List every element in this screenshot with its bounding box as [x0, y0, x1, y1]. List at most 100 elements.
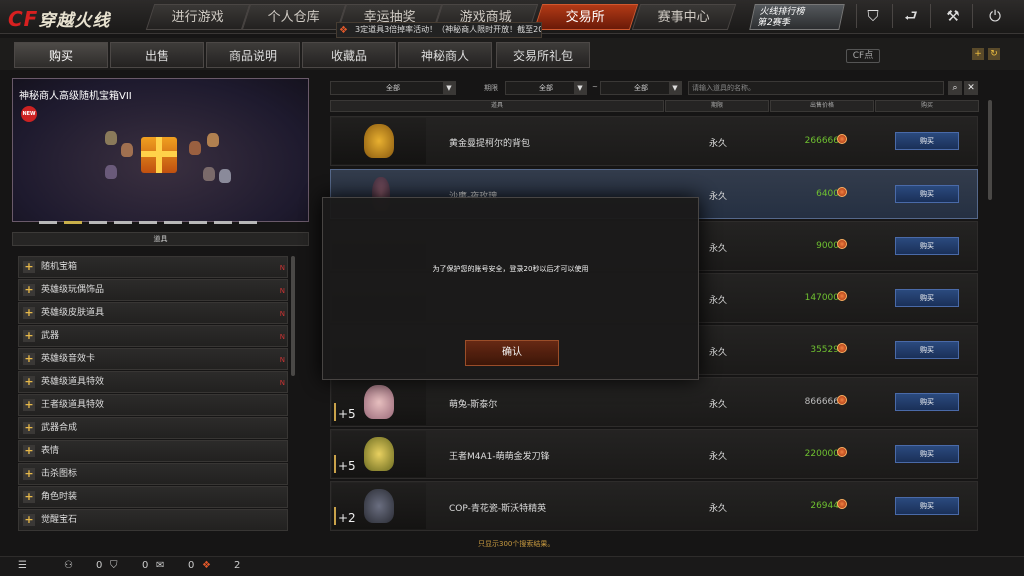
table-scrollbar[interactable]: [988, 100, 992, 200]
search-input[interactable]: 请输入道具的名称。: [688, 81, 944, 95]
table-row[interactable]: +2 COP-青花瓷-斯沃特精英 永久 26944 购买: [330, 481, 978, 531]
category-item[interactable]: + 表情: [18, 440, 288, 462]
item-image: [364, 385, 394, 419]
buy-button[interactable]: 购买: [895, 132, 959, 150]
coin-icon: [837, 343, 847, 353]
item-thumbnail: +2: [332, 483, 426, 529]
item-period: 永久: [709, 452, 728, 462]
table-row[interactable]: +5 王者M4A1-萌萌金发刀锋 永久 220000 购买: [330, 429, 978, 479]
notice-ticker[interactable]: ❖ 3定道具3倍掉率活动！（神秘商人限时开放！截至2023年: [336, 22, 542, 38]
new-flag-icon: N: [279, 333, 285, 341]
category-item[interactable]: + 武器 N: [18, 325, 288, 347]
subtab-item-info[interactable]: 商品说明: [206, 42, 300, 68]
game-logo: CF穿越火线: [8, 7, 111, 31]
ranking-promo-button[interactable]: 火线排行榜 第2赛季: [749, 4, 845, 30]
item-price: 266666: [804, 136, 839, 146]
coin-icon: [837, 239, 847, 249]
table-row[interactable]: 黄金曼提柯尔的背包 永久 266666 购买: [330, 116, 978, 166]
buy-button[interactable]: 购买: [895, 341, 959, 359]
buy-button[interactable]: 购买: [895, 393, 959, 411]
category-item[interactable]: + 英雄级音效卡 N: [18, 348, 288, 370]
friends-icon[interactable]: ⚇: [64, 560, 73, 571]
carousel-dot[interactable]: [164, 221, 182, 224]
nav-tab-inventory[interactable]: 个人仓库: [241, 4, 347, 30]
clear-icon[interactable]: ✕: [964, 81, 978, 95]
column-header-item: 道具: [330, 100, 664, 112]
nav-tab-play[interactable]: 进行游戏: [145, 4, 251, 30]
buy-button[interactable]: 购买: [895, 289, 959, 307]
power-icon[interactable]: ⏻: [982, 4, 1008, 28]
buy-button[interactable]: 购买: [895, 445, 959, 463]
exit-icon[interactable]: ⮐: [898, 4, 924, 28]
chat-icon[interactable]: ✉: [156, 560, 164, 571]
item-period: 永久: [709, 348, 728, 358]
carousel-dot[interactable]: [239, 221, 257, 224]
chevron-down-icon: ▼: [443, 82, 455, 94]
expand-icon: +: [23, 352, 35, 365]
new-flag-icon: N: [279, 287, 285, 295]
category-item[interactable]: + 角色时装: [18, 486, 288, 508]
item-price: 26944: [810, 501, 839, 511]
carousel-dot[interactable]: [89, 221, 107, 224]
status-bar: [0, 556, 1024, 576]
subtab-mystery-merchant[interactable]: 神秘商人: [398, 42, 492, 68]
category-item[interactable]: + 武器合成: [18, 417, 288, 439]
figure-image: [105, 165, 117, 179]
shield-icon[interactable]: ⛉: [860, 4, 886, 28]
subtab-collection[interactable]: 收藏品: [302, 42, 396, 68]
confirm-button[interactable]: 确认: [465, 340, 559, 366]
carousel-dot[interactable]: [39, 221, 57, 224]
category-item[interactable]: + 觉醒宝石: [18, 509, 288, 531]
item-period: 永久: [709, 296, 728, 306]
new-badge: NEW: [21, 106, 37, 122]
expand-icon: +: [23, 260, 35, 273]
table-row[interactable]: +5 萌兔-斯泰尔 永久 866666 购买: [330, 377, 978, 427]
nav-tab-exchange[interactable]: 交易所: [533, 4, 639, 30]
buy-button[interactable]: 购买: [895, 185, 959, 203]
buy-button[interactable]: 购买: [895, 237, 959, 255]
shield-small-icon[interactable]: ⛉: [110, 560, 118, 571]
settings-wrench-icon[interactable]: ⚒: [940, 4, 966, 28]
expand-icon: +: [23, 513, 35, 526]
carousel-dot[interactable]: [114, 221, 132, 224]
subtab-sell[interactable]: 出售: [110, 42, 204, 68]
result-limit-note: 只显示300个搜索结果。: [478, 540, 555, 548]
item-period: 永久: [709, 504, 728, 514]
carousel-dot[interactable]: [139, 221, 157, 224]
category-item[interactable]: + 王者级道具特效: [18, 394, 288, 416]
column-header-price[interactable]: 出售价格: [770, 100, 874, 112]
category-scrollbar[interactable]: [291, 256, 295, 376]
type-filter-select[interactable]: 全部 ▼: [330, 81, 456, 95]
refresh-icon[interactable]: ↻: [988, 48, 1000, 60]
carousel-dot[interactable]: [189, 221, 207, 224]
divider: [972, 4, 973, 28]
add-points-icon[interactable]: +: [972, 48, 984, 60]
category-item[interactable]: + 英雄级道具特效 N: [18, 371, 288, 393]
subtab-exchange-gift[interactable]: 交易所礼包: [496, 42, 590, 68]
status-count: 0: [188, 560, 195, 571]
carousel-dot[interactable]: [214, 221, 232, 224]
item-image: [364, 124, 394, 158]
period-from-select[interactable]: 全部 ▼: [505, 81, 587, 95]
period-to-select[interactable]: 全部 ▼: [600, 81, 682, 95]
expand-icon: +: [23, 375, 35, 388]
category-item[interactable]: + 随机宝箱 N: [18, 256, 288, 278]
security-dialog: 为了保护您的账号安全，登录20秒以后才可以使用 确认: [322, 197, 699, 380]
subtab-buy[interactable]: 购买: [14, 42, 108, 68]
coin-icon: [837, 395, 847, 405]
carousel-dot[interactable]: [64, 221, 82, 224]
gift-icon[interactable]: ❖: [202, 560, 211, 571]
buy-button[interactable]: 购买: [895, 497, 959, 515]
coin-icon: [837, 447, 847, 457]
menu-icon[interactable]: ☰: [18, 560, 27, 571]
status-count: 2: [234, 560, 241, 571]
category-item[interactable]: + 击杀图标: [18, 463, 288, 485]
mystery-box-banner[interactable]: 神秘商人高级随机宝箱VII NEW: [12, 78, 309, 224]
category-item[interactable]: + 英雄级玩偶饰品 N: [18, 279, 288, 301]
category-item[interactable]: + 英雄级皮肤道具 N: [18, 302, 288, 324]
item-price: 147000: [804, 293, 839, 303]
search-icon[interactable]: ⌕: [948, 81, 962, 95]
nav-tab-events[interactable]: 赛事中心: [631, 4, 737, 30]
item-name: 萌兔-斯泰尔: [449, 400, 498, 410]
divider: [856, 4, 857, 28]
